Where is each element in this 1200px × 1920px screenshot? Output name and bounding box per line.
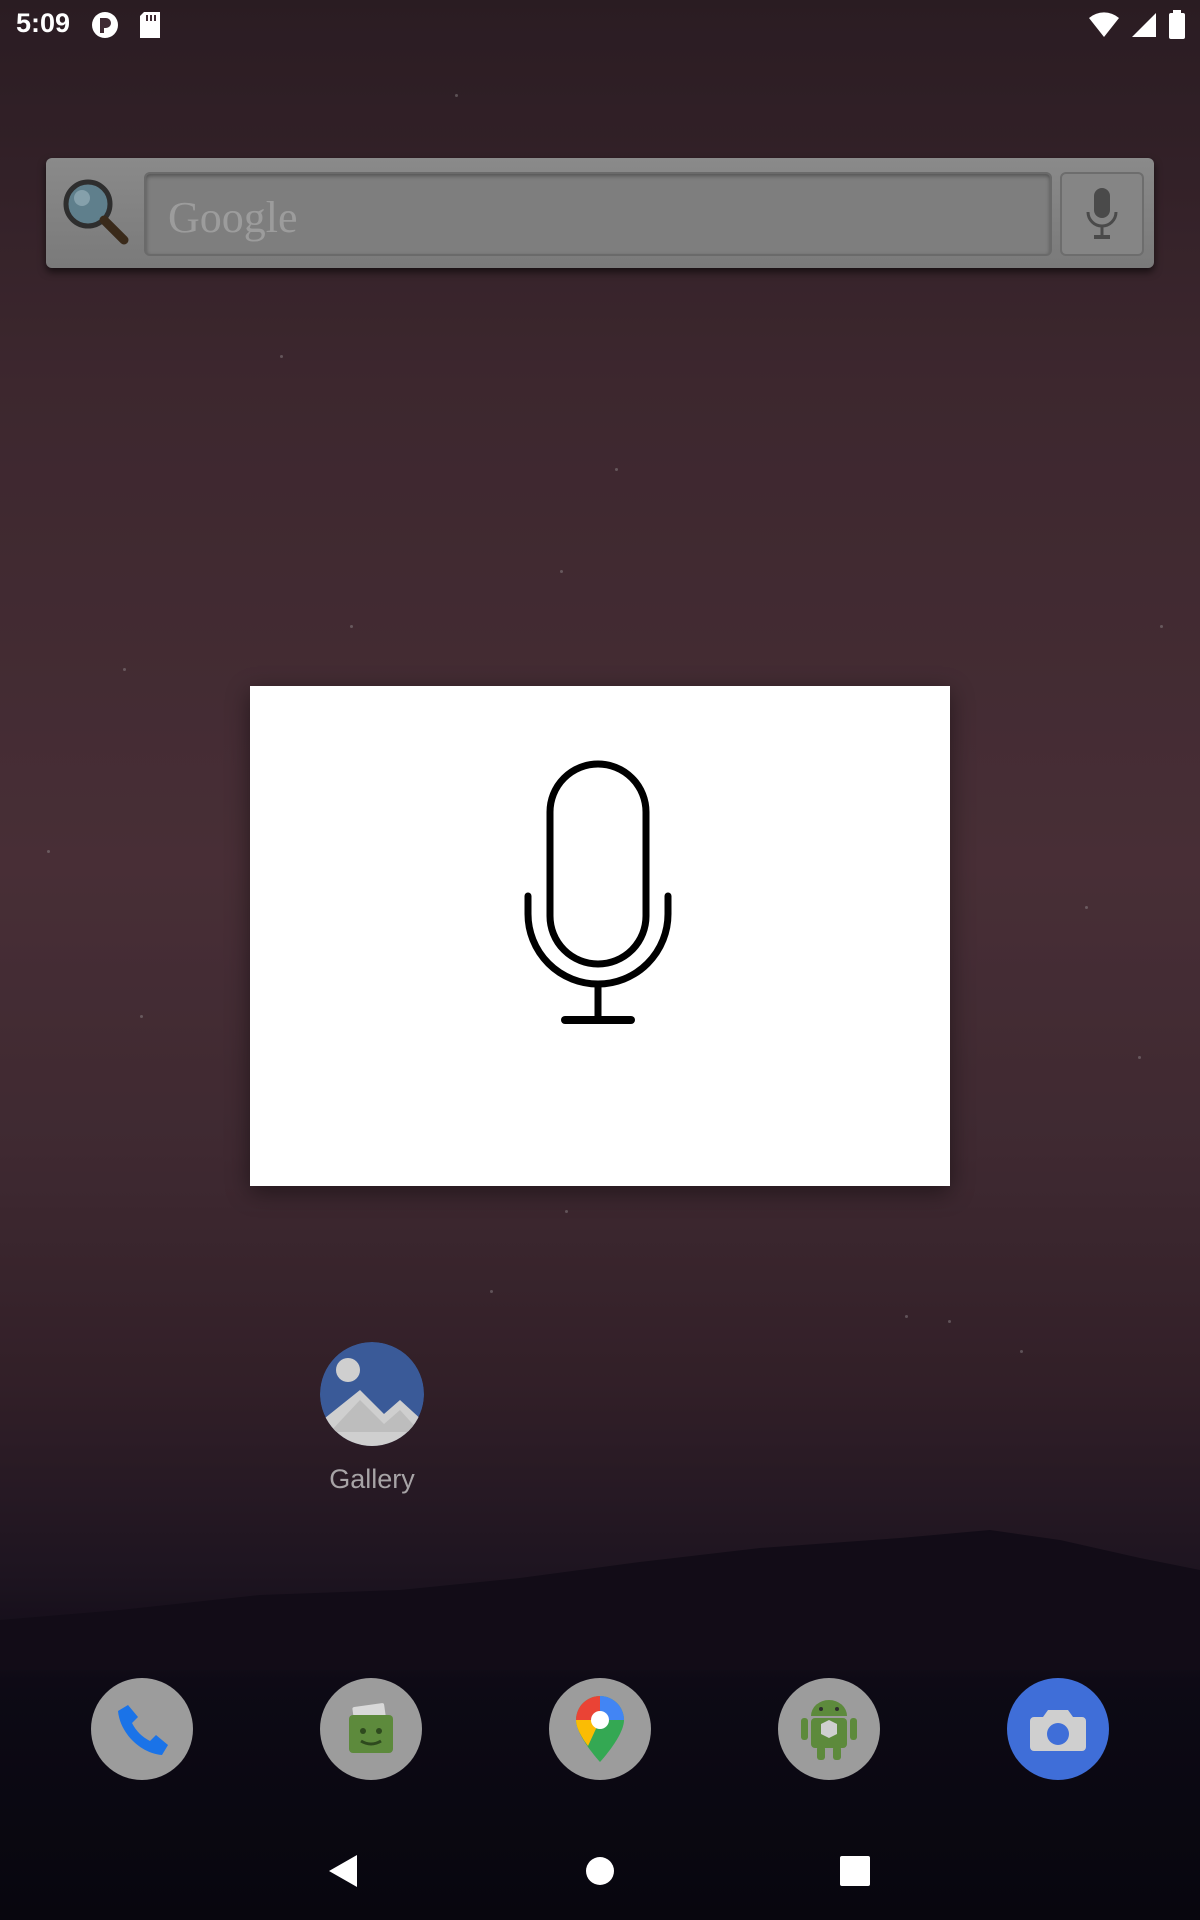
navigation-bar (0, 1822, 1200, 1920)
camera-app[interactable] (1007, 1678, 1109, 1780)
maps-app[interactable] (549, 1678, 651, 1780)
magnifier-icon[interactable] (60, 176, 130, 246)
voice-search-button[interactable] (1060, 172, 1144, 256)
microphone-icon (1086, 188, 1118, 239)
wifi-icon (1088, 11, 1120, 44)
android-app[interactable] (778, 1678, 880, 1780)
messaging-app[interactable] (320, 1678, 422, 1780)
back-icon (329, 1855, 357, 1887)
phone-app[interactable] (91, 1678, 193, 1780)
search-placeholder: Google (168, 193, 298, 242)
gallery-app[interactable]: Gallery (310, 1342, 434, 1495)
messaging-icon (349, 1703, 393, 1753)
android-app-icon (801, 1700, 857, 1760)
tinfoil-icon (90, 10, 120, 45)
status-time: 5:09 (16, 8, 71, 38)
wallpaper-mountains (0, 1530, 1200, 1670)
voice-input-dialog (250, 686, 950, 1186)
battery-icon (1168, 10, 1186, 45)
phone-icon (118, 1705, 168, 1755)
status-bar: 5:09 (0, 0, 1200, 48)
home-button[interactable] (565, 1836, 635, 1906)
maps-icon (576, 1696, 624, 1762)
recents-button[interactable] (820, 1836, 890, 1906)
sd-card-icon (138, 10, 162, 45)
back-button[interactable] (308, 1836, 378, 1906)
microphone-icon[interactable] (520, 756, 680, 1036)
app-dock (0, 1678, 1200, 1782)
gallery-icon (320, 1342, 424, 1446)
google-search-widget: Google (46, 158, 1154, 268)
camera-icon (1030, 1710, 1086, 1751)
gallery-label: Gallery (329, 1464, 415, 1494)
recents-icon (840, 1856, 870, 1886)
home-icon (586, 1857, 614, 1885)
cell-signal-icon (1130, 11, 1158, 44)
google-search-input[interactable]: Google (144, 172, 1052, 256)
